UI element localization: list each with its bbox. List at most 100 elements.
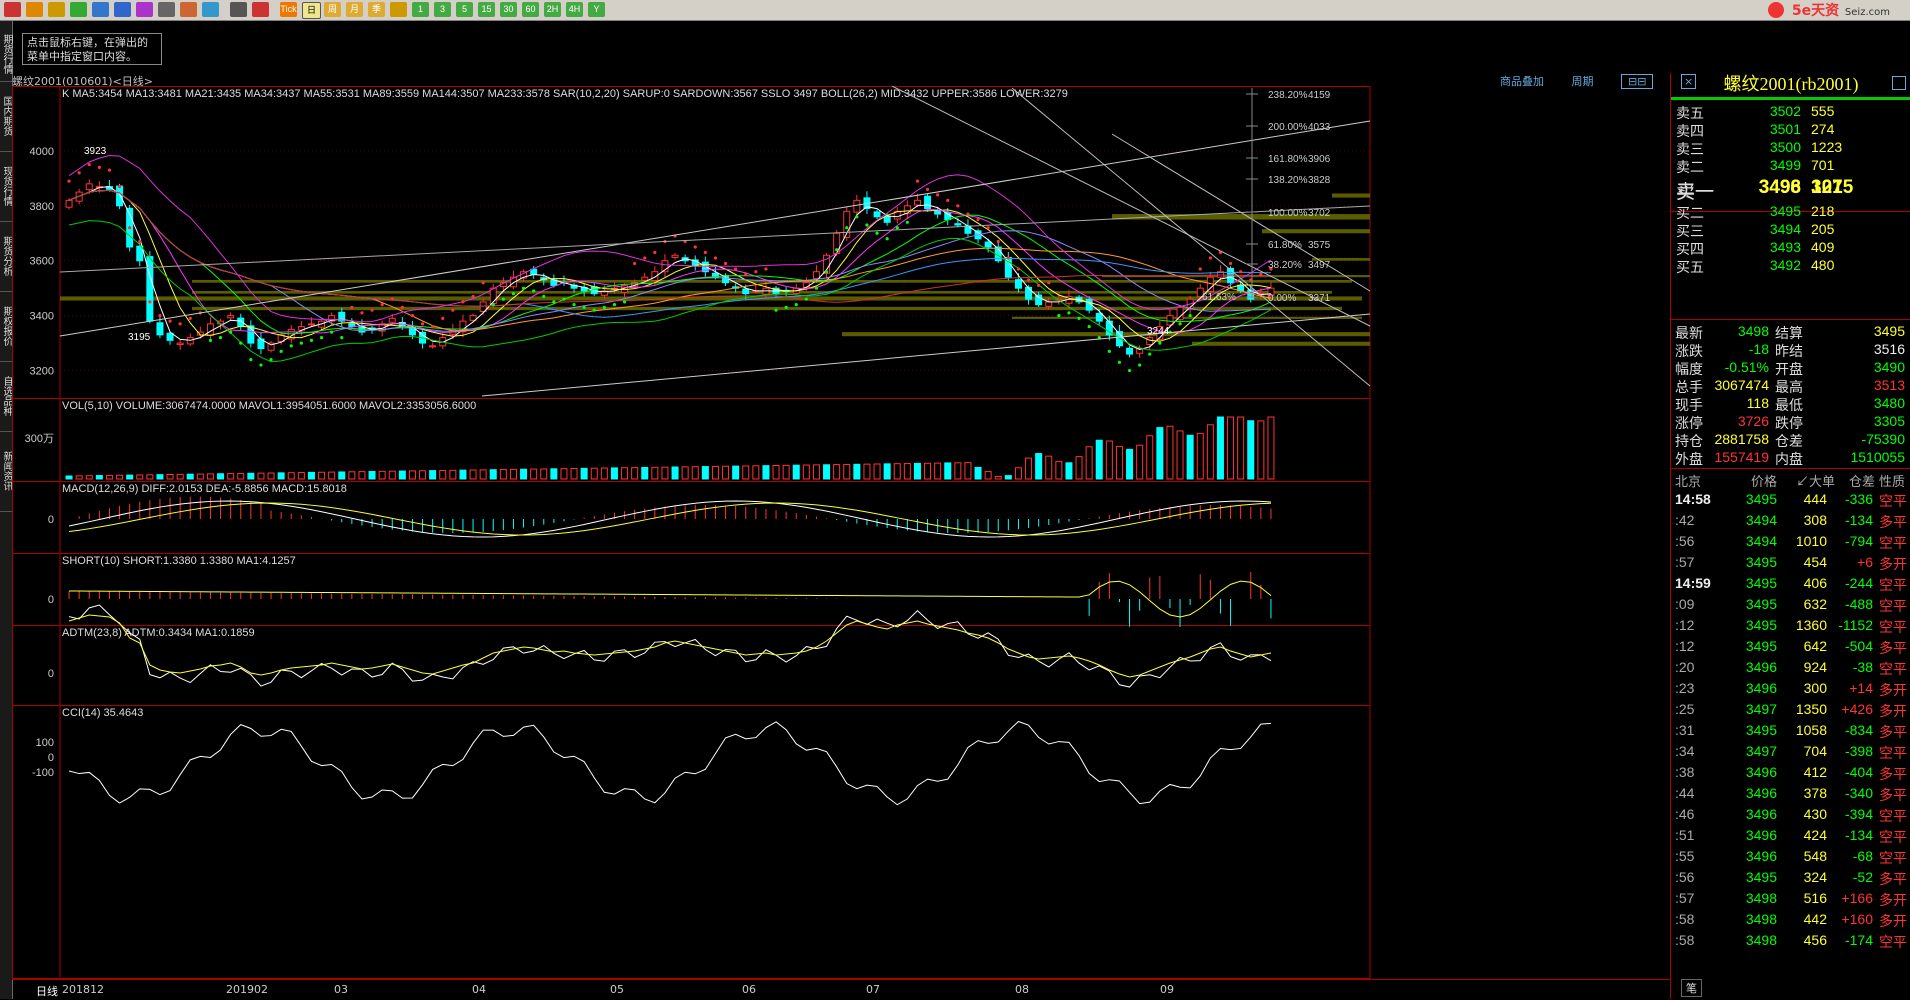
bid-row[interactable]: 买三 3494 205 <box>1671 221 1910 241</box>
stat-row: 涨停 3726 跌停 3305 <box>1671 413 1910 431</box>
left-tab-1[interactable]: 国内期货 <box>0 81 12 152</box>
sar-dot <box>431 325 435 329</box>
cross-icon[interactable] <box>390 2 407 17</box>
left-tab-6[interactable]: 新闻资讯 <box>0 431 12 512</box>
chart-area[interactable]: K MA5:3454 MA13:3481 MA21:3435 MA34:3437… <box>12 86 1670 998</box>
bid-row[interactable]: 买五 3492 480 <box>1671 257 1910 277</box>
tick-type: 空平 <box>1879 598 1907 614</box>
ask-price: 3499 <box>1769 157 1801 173</box>
alert-icon[interactable] <box>180 2 197 17</box>
zoom-out-icon[interactable] <box>114 2 131 17</box>
info-icon[interactable] <box>202 2 219 17</box>
sar-dot <box>330 330 334 334</box>
bid-row[interactable]: 买一 3496 327 <box>1671 177 1910 203</box>
chart-icon[interactable] <box>252 2 269 17</box>
quarter-icon[interactable]: 季 <box>368 2 385 17</box>
left-tab-0[interactable]: 期货行情 <box>0 26 12 82</box>
tick-tab[interactable]: 笔 <box>1681 979 1702 997</box>
tick-type: 多平 <box>1879 766 1907 782</box>
tick-oi-change: -174 <box>1844 932 1873 948</box>
tick-row: :55 3496 548 -68 空平 <box>1671 848 1910 870</box>
bid-row[interactable]: 买二 3495 218 <box>1671 203 1910 223</box>
sar-dot <box>794 303 798 307</box>
bid-price: 3493 <box>1769 239 1801 255</box>
sar-dot <box>865 223 869 227</box>
sar-dot <box>996 239 1000 244</box>
bid-volume: 205 <box>1811 221 1835 237</box>
period-2h[interactable]: 60 <box>522 2 539 17</box>
period-30[interactable]: 15 <box>478 2 495 17</box>
sar-dot <box>77 171 81 175</box>
stat-value: 3490 <box>1873 359 1905 375</box>
sar-dot <box>1016 267 1021 271</box>
tick-oi-change: +6 <box>1857 554 1873 570</box>
candle-body <box>984 241 992 248</box>
tick-oi-change: +160 <box>1841 911 1873 927</box>
right-click-tooltip: 点击鼠标右键，在弹出的 菜单中指定窗口内容。 <box>22 33 162 65</box>
week-icon[interactable]: 周 <box>324 2 341 17</box>
home-icon[interactable] <box>4 2 21 17</box>
period-60[interactable]: 30 <box>500 2 517 17</box>
ask-row[interactable]: 卖三 3500 1223 <box>1671 139 1910 159</box>
tick-type: 多开 <box>1879 556 1907 572</box>
sar-dot <box>107 168 112 172</box>
ask-row[interactable]: 卖五 3502 555 <box>1671 103 1910 123</box>
tick-icon[interactable]: Tick <box>280 2 297 17</box>
year-icon[interactable]: 4H <box>566 2 583 17</box>
tools-icon[interactable] <box>158 2 175 17</box>
day-icon[interactable]: 日 <box>302 2 321 19</box>
tick-price: 3496 <box>1745 659 1777 675</box>
table-icon[interactable] <box>230 2 247 17</box>
left-tab-2[interactable]: 现货行情 <box>0 151 12 222</box>
refresh-icon[interactable] <box>70 2 87 17</box>
y-tick-label: 4000 <box>30 146 54 158</box>
candle-body <box>136 245 144 262</box>
volume-bar <box>873 463 881 480</box>
tick-price: 3495 <box>1745 722 1777 738</box>
left-tab-3[interactable]: 期货分析 <box>0 221 12 292</box>
volume-bar <box>520 468 528 480</box>
volume-bar <box>348 471 356 480</box>
y-tick-label: 3400 <box>30 311 54 323</box>
zoom-in-icon[interactable] <box>92 2 109 17</box>
volume-bar <box>287 472 295 480</box>
draw-icon[interactable] <box>136 2 153 17</box>
bid-row[interactable]: 买四 3493 409 <box>1671 239 1910 259</box>
volume-bar <box>732 465 740 480</box>
volume-bar <box>176 473 184 480</box>
volume-bar <box>105 474 113 480</box>
ask-row[interactable]: 卖二 3499 701 <box>1671 157 1910 177</box>
year-button[interactable]: Y <box>588 2 605 17</box>
period-4h[interactable]: 2H <box>544 2 561 17</box>
volume-bar <box>641 466 649 480</box>
tick-row: :58 3498 456 -174 空平 <box>1671 932 1910 954</box>
stat-value: 3498 <box>1737 323 1769 339</box>
period-15[interactable]: 5 <box>456 2 473 17</box>
stat-label: 持仓 <box>1675 433 1703 449</box>
toolbar: Tick 日周月季 1 3 5 15 30 60 2H 4H Y 5e天资 Seiz.com <box>0 0 1910 21</box>
volume-bar <box>156 474 164 480</box>
volume-bar <box>247 472 255 480</box>
volume-bar <box>631 467 639 480</box>
period-5[interactable]: 3 <box>434 2 451 17</box>
sar-dot <box>390 297 394 301</box>
sar-dot <box>986 226 990 230</box>
left-tab-4[interactable]: 期权报价 <box>0 291 12 362</box>
low2-price-annotation: 3244 <box>1147 326 1170 337</box>
month-icon[interactable]: 月 <box>346 2 363 17</box>
volume-bar <box>711 465 719 480</box>
tick-oi-change: -794 <box>1844 533 1873 549</box>
fib-percent-label: 200.00% <box>1268 122 1308 133</box>
tick-volume: 308 <box>1803 512 1827 528</box>
volume-bar <box>398 470 406 480</box>
stock-icon[interactable] <box>48 2 65 17</box>
left-tab-5[interactable]: 自选品种 <box>0 361 12 432</box>
ask-row[interactable]: 卖四 3501 274 <box>1671 121 1910 141</box>
period-1[interactable]: 1 <box>412 2 429 17</box>
volume-bar <box>1186 434 1194 480</box>
panel-restore-icon[interactable] <box>1892 76 1906 90</box>
indicator-label-short: SHORT(10) SHORT:1.3380 1.3380 MA1:4.1257 <box>62 555 296 567</box>
back-icon[interactable] <box>26 2 43 17</box>
tick-time: :55 <box>1675 848 1695 864</box>
tick-volume: 548 <box>1803 848 1827 864</box>
